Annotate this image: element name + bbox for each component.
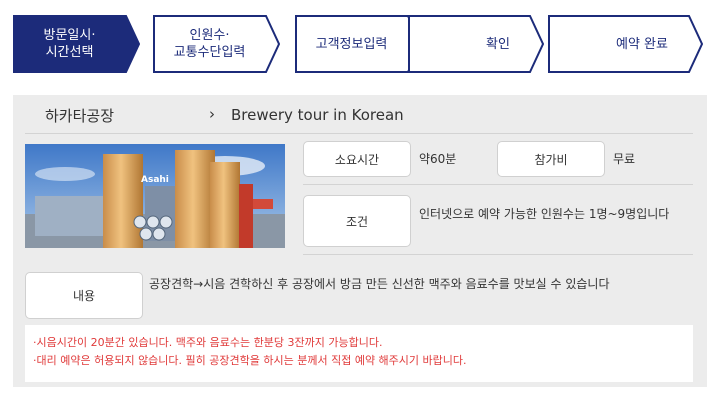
- chevron-right-icon: ›: [209, 105, 215, 123]
- step-party-transport: 인원수· 교통수단입력: [153, 15, 280, 73]
- condition-label: 조건: [303, 195, 411, 247]
- step-visit-datetime: 방문일시· 시간선택: [13, 15, 140, 73]
- photo-sign: Asahi: [141, 175, 169, 185]
- factory-photo: Asahi: [25, 144, 285, 248]
- step-customer-info: 고객정보입력: [295, 15, 422, 73]
- notice-proxy: ·대리 예약은 허용되지 않습니다. 필히 공장견학을 하시는 분께서 직접 예…: [33, 354, 467, 367]
- duration-label: 소요시간: [303, 141, 411, 177]
- tour-name: Brewery tour in Korean: [231, 106, 404, 124]
- step-label: 방문일시· 시간선택: [43, 28, 96, 60]
- divider: [303, 254, 693, 255]
- duration-value: 약60분: [419, 152, 457, 166]
- content-label: 내용: [25, 272, 143, 319]
- tour-detail-panel: 하카타공장 › Brewery tour in Korean Asahi 소요시…: [13, 95, 707, 387]
- step-confirm: 확인: [408, 15, 544, 73]
- factory-name: 하카타공장: [45, 107, 115, 125]
- notice-tasting: ·시음시간이 20분간 있습니다. 맥주와 음료수는 한분당 3잔까지 가능합니…: [33, 336, 383, 349]
- step-label: 예약 완료: [616, 36, 668, 52]
- fee-label: 참가비: [497, 141, 605, 177]
- fee-value: 무료: [613, 152, 636, 166]
- condition-value: 인터넷으로 예약 가능한 인원수는 1명~9명입니다: [419, 207, 670, 221]
- content-value: 공장견학→시음 견학하신 후 공장에서 방금 만든 신선한 맥주와 음료수를 맛…: [149, 277, 610, 291]
- notice-box: ·시음시간이 20분간 있습니다. 맥주와 음료수는 한분당 3잔까지 가능합니…: [25, 325, 693, 382]
- tour-title-row: 하카타공장 › Brewery tour in Korean: [25, 95, 693, 134]
- step-progress-bar: 방문일시· 시간선택 인원수· 교통수단입력 고객정보입력 확인 예약 완료: [13, 15, 703, 75]
- step-complete: 예약 완료: [548, 15, 703, 73]
- step-label: 인원수· 교통수단입력: [173, 28, 246, 60]
- divider: [303, 184, 693, 185]
- step-label: 고객정보입력: [315, 36, 388, 52]
